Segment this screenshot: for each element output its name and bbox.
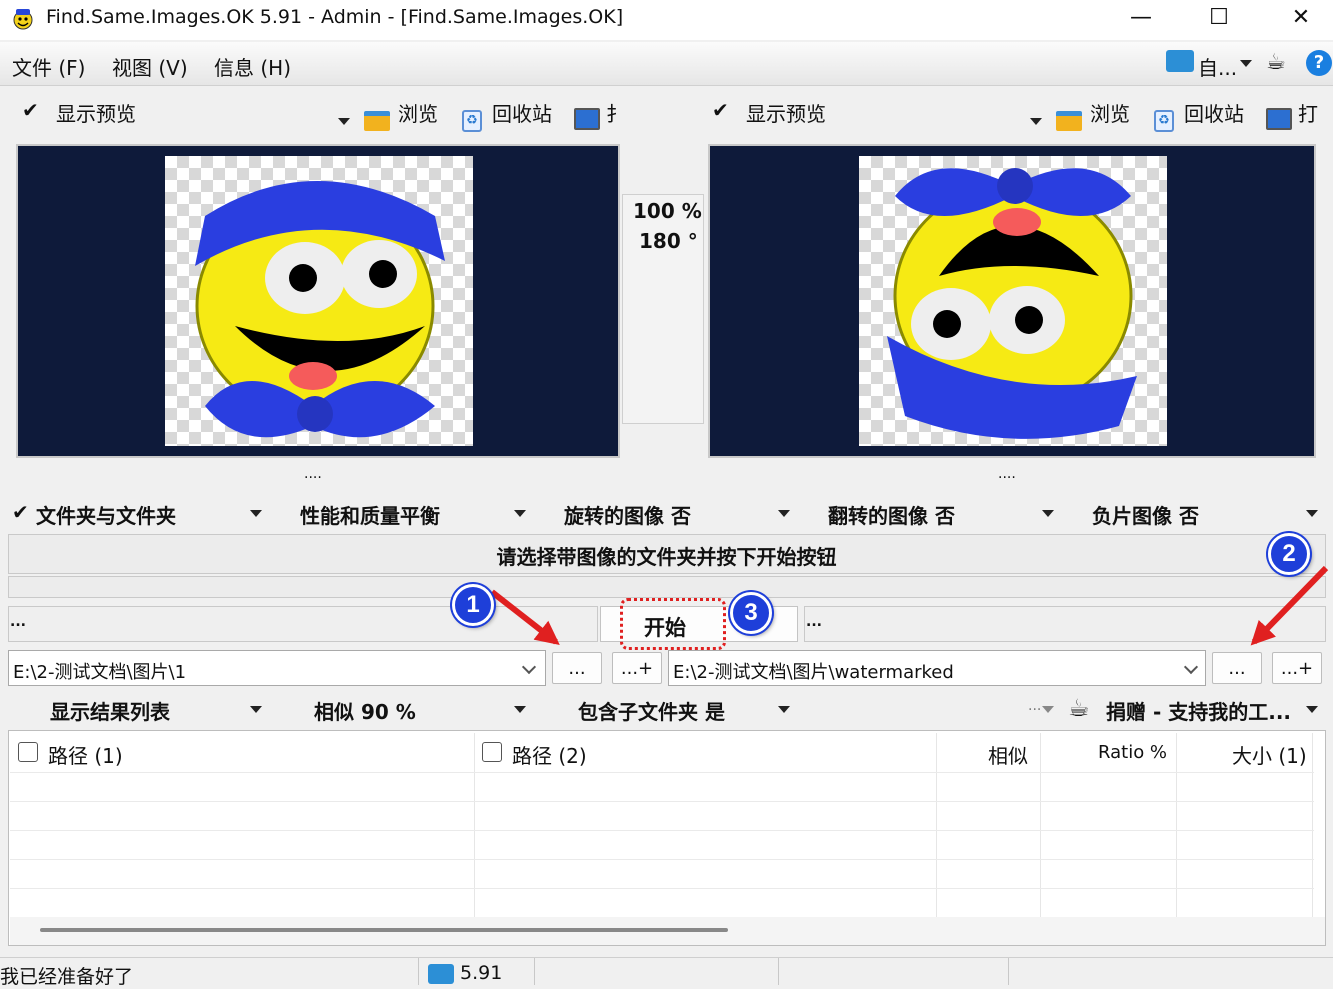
annotation-arrows xyxy=(490,565,1329,646)
annotation-badge-1: 1 xyxy=(452,584,494,626)
arrow-1 xyxy=(490,589,560,645)
annotation-badge-2: 2 xyxy=(1268,533,1310,575)
arrow-2 xyxy=(1250,565,1329,646)
annotation-badge-3: 3 xyxy=(730,592,772,634)
